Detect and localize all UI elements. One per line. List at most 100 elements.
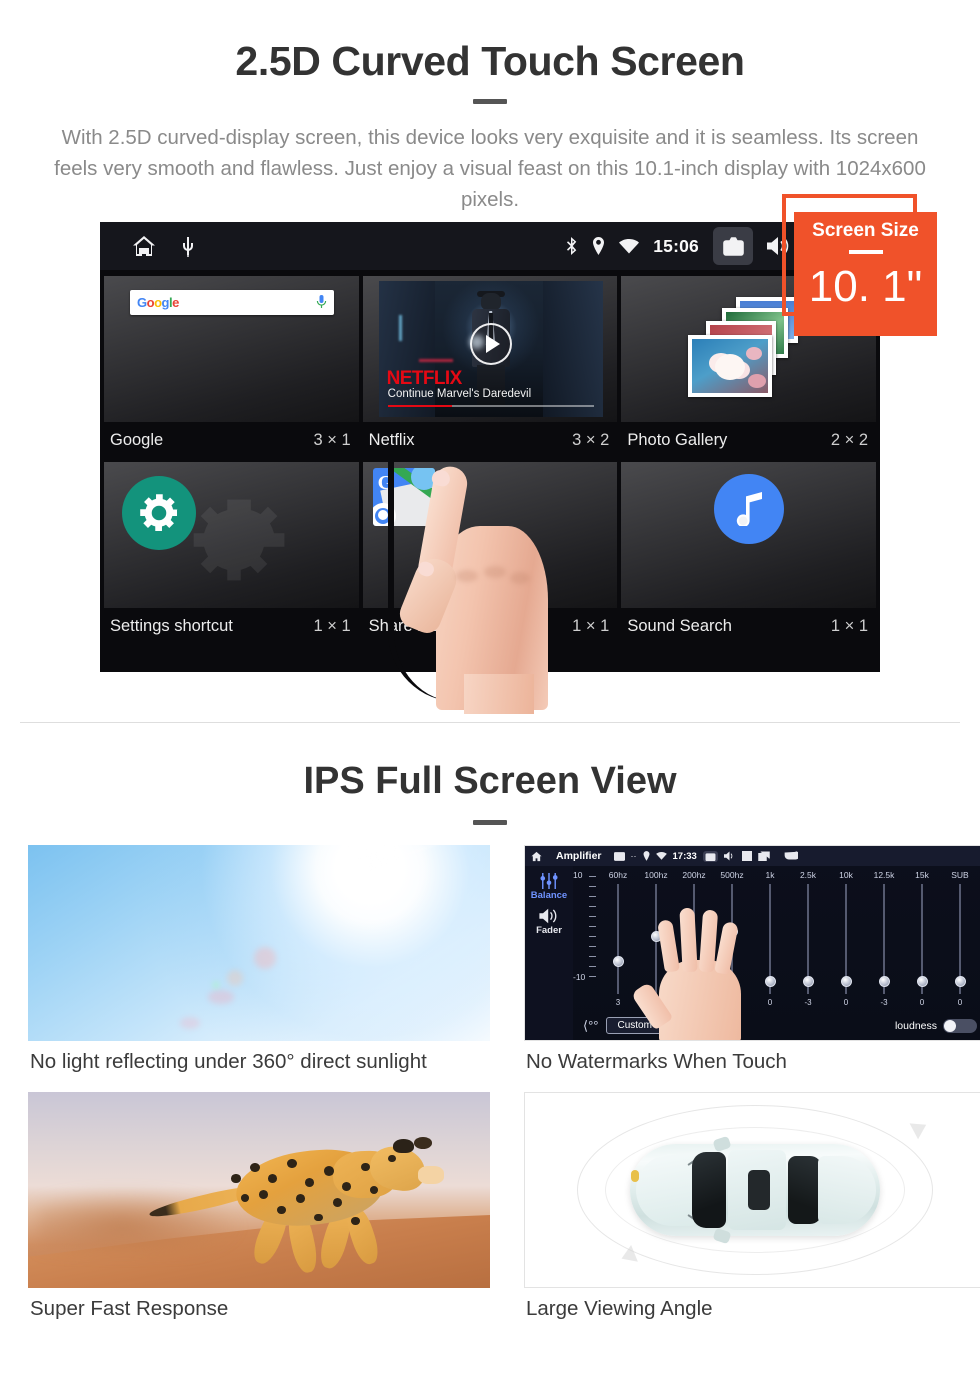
photo-icon[interactable]: [613, 851, 625, 861]
speaker-icon[interactable]: [539, 908, 559, 924]
loudness-control[interactable]: loudness: [894, 1018, 977, 1033]
return-icon[interactable]: [784, 851, 798, 861]
widget-card-google[interactable]: Google Google 3 × 1: [104, 276, 359, 458]
widget-size: 1 × 1: [313, 616, 351, 635]
band-label: 10k: [839, 870, 853, 880]
progress-bar: [387, 404, 594, 407]
home-icon[interactable]: [132, 235, 156, 257]
product-feature-page: 2.5D Curved Touch Screen With 2.5D curve…: [0, 0, 980, 1394]
gear-icon: [122, 476, 196, 550]
sunlight-sky-photo: [28, 845, 490, 1041]
widget-card-settings-shortcut[interactable]: Settings shortcut 1 × 1: [104, 462, 359, 644]
amp-clock: 17:33: [672, 850, 697, 862]
widget-name: Photo Gallery: [627, 430, 728, 449]
eq-value: -3: [880, 998, 888, 1007]
screen-size-badge: Screen Size 10. 1": [782, 194, 937, 336]
car-top-view-illustration: [524, 1092, 980, 1288]
location-pin-icon: [643, 851, 649, 861]
eq-slider[interactable]: [903, 884, 941, 994]
widget-card-share-location[interactable]: G Share location 1 × 1: [362, 462, 618, 644]
close-box-icon[interactable]: [741, 851, 752, 861]
netflix-brand: NETFLIX: [386, 368, 463, 389]
widget-size: 3 × 2: [572, 430, 610, 449]
bluetooth-icon: [566, 237, 578, 255]
wifi-icon: [655, 852, 667, 860]
widget-label-row: Google 3 × 1: [104, 422, 359, 458]
amp-title: Amplifier: [556, 850, 602, 862]
widget-name: Sound Search: [627, 616, 732, 635]
sound-search-widget: [621, 462, 877, 608]
gain-scale: 10 -10: [573, 870, 597, 988]
eq-value: -3: [804, 998, 812, 1007]
tablet-stand: [482, 672, 528, 714]
feature-card-row-2: Super Fast Response Large Viewing Angle: [0, 1092, 980, 1321]
feature-card-grid: No light reflecting under 360° direct su…: [0, 845, 980, 1329]
eq-slider[interactable]: [941, 884, 979, 994]
widget-name: Settings shortcut: [110, 616, 233, 635]
section-divider: [20, 722, 960, 723]
section-2-title: IPS Full Screen View: [303, 760, 677, 802]
band-label: SUB: [951, 870, 969, 880]
scale-min: -10: [573, 972, 586, 982]
page-indicator[interactable]: [100, 660, 880, 663]
band-label: 60hz: [608, 870, 628, 880]
location-pin-icon: [592, 237, 605, 255]
eq-slider[interactable]: [827, 884, 865, 994]
loudness-label: loudness: [894, 1019, 937, 1032]
page-dot-active[interactable]: [511, 660, 537, 663]
recent-apps-icon[interactable]: [758, 851, 770, 861]
feature-caption: Large Viewing Angle: [526, 1297, 713, 1320]
back-arrow-icon[interactable]: ⟨°°: [583, 1018, 598, 1034]
home-icon[interactable]: [531, 851, 542, 862]
band-label: 200hz: [682, 870, 706, 880]
widget-row-1: Google Google 3 × 1 NETFLIX Continue Mar…: [104, 276, 877, 458]
band-label: 12.5k: [873, 870, 895, 880]
page-dot[interactable]: [443, 660, 469, 663]
widget-name: Share location: [368, 616, 475, 635]
feature-caption: No light reflecting under 360° direct su…: [30, 1050, 427, 1073]
widget-card-sound-search[interactable]: Sound Search 1 × 1: [621, 462, 877, 644]
widget-size: 3 × 1: [313, 430, 351, 449]
eq-value: 3: [615, 998, 621, 1007]
badge-fill: Screen Size 10. 1": [794, 212, 937, 336]
eq-slider[interactable]: [865, 884, 903, 994]
widget-card-netflix[interactable]: NETFLIX Continue Marvel's Daredevil Netf…: [362, 276, 618, 458]
section-2-title-underline: [473, 820, 507, 825]
usb-icon[interactable]: [182, 235, 194, 257]
more-icon[interactable]: ··: [631, 851, 637, 861]
settings-widget: [104, 462, 359, 608]
band-label: 1k: [765, 870, 775, 880]
sliders-icon[interactable]: [540, 873, 558, 889]
sidebar-item-fader[interactable]: Fader: [536, 925, 562, 936]
android-status-bar: 15:06: [100, 222, 880, 270]
badge-divider: [848, 250, 883, 254]
eq-slider[interactable]: [789, 884, 827, 994]
widget-row-2: Settings shortcut 1 × 1 G Share location: [104, 462, 877, 644]
amp-sidebar: Balance Fader: [525, 866, 573, 1040]
volume-icon[interactable]: [723, 851, 736, 861]
widget-size: 1 × 1: [830, 616, 869, 635]
camera-icon[interactable]: [702, 850, 718, 862]
amp-status-bar: Amplifier ·· 17:33: [525, 846, 980, 866]
feature-card-row-1: No light reflecting under 360° direct su…: [0, 845, 980, 1074]
feature-card-sunlight: No light reflecting under 360° direct su…: [28, 845, 490, 1074]
badge-value: 10. 1": [808, 262, 923, 311]
widget-picker-grid: Google Google 3 × 1 NETFLIX Continue Mar…: [100, 270, 880, 672]
page-dot[interactable]: [477, 660, 503, 663]
feature-caption: Super Fast Response: [30, 1297, 229, 1320]
feature-card-no-watermarks: Amplifier ·· 17:33 Balance Fader 60hz 10…: [524, 845, 980, 1074]
band-label: 500hz: [720, 870, 744, 880]
running-cheetah-photo: [28, 1092, 490, 1288]
badge-label: Screen Size: [812, 220, 919, 241]
eq-slider[interactable]: [599, 884, 637, 994]
play-icon[interactable]: [469, 323, 512, 365]
sidebar-item-balance[interactable]: Balance: [531, 890, 567, 901]
camera-icon[interactable]: [713, 227, 753, 265]
google-search-widget: Google: [104, 276, 359, 422]
loudness-toggle[interactable]: [943, 1018, 977, 1033]
search-input[interactable]: Google: [130, 290, 334, 315]
google-maps-icon: G: [372, 468, 435, 526]
widget-label-row: Share location 1 × 1: [362, 608, 618, 644]
status-bar-clock: 15:06: [653, 235, 699, 256]
widget-label-row: Photo Gallery 2 × 2: [621, 422, 877, 458]
